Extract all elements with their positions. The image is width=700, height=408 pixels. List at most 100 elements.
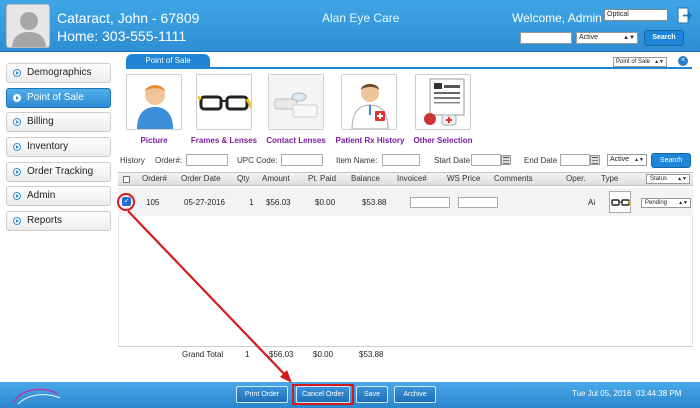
close-icon[interactable]: × <box>678 56 688 66</box>
grand-total-amount: $56.03 <box>269 350 294 359</box>
sidebar-item-demographics[interactable]: Demographics <box>6 63 111 83</box>
ws-price-input[interactable] <box>458 197 498 208</box>
select-all-checkbox[interactable] <box>123 176 130 183</box>
col-order[interactable]: Order# <box>142 174 167 183</box>
footer-date: Tue Jul 05, 2016 <box>572 389 632 398</box>
end-date-label: End Date <box>524 156 558 165</box>
sidebar-item-point-of-sale[interactable]: Point of Sale <box>6 88 111 108</box>
chevron-down-icon: ▲▼ <box>677 176 687 182</box>
col-type[interactable]: Type <box>601 174 618 183</box>
tile-label-other-selection[interactable]: Other Selection <box>403 136 483 145</box>
header-search-input[interactable] <box>520 32 572 44</box>
sidebar-item-label: Billing <box>27 116 54 127</box>
sidebar-item-billing[interactable]: Billing <box>6 112 111 132</box>
tile-patient-rx-history[interactable] <box>341 74 397 130</box>
patient-avatar[interactable] <box>6 4 50 48</box>
logout-icon[interactable] <box>677 7 693 24</box>
sidebar-item-order-tracking[interactable]: Order Tracking <box>6 162 111 182</box>
header-status-select[interactable]: Active ▲▼ <box>576 32 638 44</box>
print-order-button[interactable]: Print Order <box>236 386 288 403</box>
sidebar-item-label: Demographics <box>27 67 92 78</box>
tile-contact-lenses[interactable] <box>268 74 324 130</box>
chevron-down-icon: ▲▼ <box>678 200 688 206</box>
patient-name: Cataract, John - 67809 <box>57 10 200 26</box>
welcome-text: Welcome, Admin <box>512 11 602 25</box>
tile-picture[interactable] <box>126 74 182 130</box>
patient-phone: Home: 303-555-1111 <box>57 28 187 44</box>
filter-bar: History Order#: UPC Code: Item Name: Sta… <box>118 153 698 171</box>
cell-qty: 1 <box>249 198 254 207</box>
chevron-down-icon: ▲▼ <box>634 157 644 163</box>
sidebar-item-label: Reports <box>27 215 63 226</box>
tab-underline <box>126 67 692 69</box>
tile-label-contact-lenses[interactable]: Contact Lenses <box>256 136 336 145</box>
table-row[interactable]: ✓ 105 05-27-2016 1 $56.03 $0.00 $53.88 A… <box>118 188 693 216</box>
tile-frames-lenses[interactable] <box>196 74 252 130</box>
col-balance[interactable]: Balance <box>351 174 380 183</box>
sidebar-item-reports[interactable]: Reports <box>6 211 111 231</box>
sidebar-item-label: Order Tracking <box>27 166 94 177</box>
type-thumbnail[interactable] <box>609 191 632 213</box>
end-date-input[interactable] <box>560 154 590 166</box>
status-header-select[interactable]: Status ▲▼ <box>646 174 690 184</box>
sidebar-item-admin[interactable]: Admin <box>6 186 111 206</box>
col-order-date[interactable]: Order Date <box>181 174 221 183</box>
item-name-input[interactable] <box>382 154 420 166</box>
cancel-button-highlight-box <box>292 384 354 405</box>
chevron-down-icon: ▲▼ <box>623 35 635 41</box>
col-oper[interactable]: Oper. <box>566 174 586 183</box>
app-logo <box>8 384 64 406</box>
start-date-input[interactable] <box>471 154 501 166</box>
tile-other-selection[interactable] <box>415 74 471 130</box>
col-qty[interactable]: Qty <box>237 174 249 183</box>
grand-total-qty: 1 <box>245 350 250 359</box>
calendar-icon[interactable] <box>590 155 600 165</box>
filter-search-button[interactable]: Search <box>651 153 691 168</box>
tile-label-patient-rx-history[interactable]: Patient Rx History <box>330 136 410 145</box>
cell-oper: Ai <box>588 198 596 207</box>
col-ws-price[interactable]: WS Price <box>447 174 480 183</box>
sidebar: Demographics Point of Sale Billing Inven… <box>0 53 118 383</box>
cell-order: 105 <box>146 198 160 207</box>
person-icon <box>137 85 173 129</box>
col-pt-paid[interactable]: Pt. Paid <box>308 174 336 183</box>
doctor-icon <box>351 84 389 129</box>
calendar-icon[interactable] <box>501 155 511 165</box>
sidebar-item-label: Point of Sale <box>27 92 84 103</box>
col-amount[interactable]: Amount <box>262 174 290 183</box>
panel-view-value: Point of Sale <box>616 59 651 65</box>
archive-button[interactable]: Archive <box>394 386 436 403</box>
sidebar-item-inventory[interactable]: Inventory <box>6 137 111 157</box>
order-label: Order#: <box>155 156 183 165</box>
tile-label-picture[interactable]: Picture <box>114 136 194 145</box>
eyeglasses-icon <box>197 95 251 111</box>
col-invoice[interactable]: Invoice# <box>397 174 427 183</box>
arrow-bullet-icon <box>13 143 21 151</box>
tab-point-of-sale[interactable]: Point of Sale <box>126 54 210 68</box>
filter-status-select[interactable]: Active ▲▼ <box>607 154 647 166</box>
row-status-select[interactable]: Pending ▲▼ <box>641 198 691 208</box>
filter-status-value: Active <box>610 156 630 163</box>
col-comments[interactable]: Comments <box>494 174 533 183</box>
grand-total-label: Grand Total <box>182 350 224 359</box>
store-select[interactable]: Optical <box>604 9 668 21</box>
contact-lens-icon <box>269 75 323 129</box>
arrow-bullet-icon <box>13 168 21 176</box>
clinic-name: Alan Eye Care <box>322 11 400 25</box>
row-status-value: Pending <box>645 200 668 206</box>
tile-label-frames-lenses[interactable]: Frames & Lenses <box>184 136 264 145</box>
upc-code-input[interactable] <box>281 154 323 166</box>
item-name-label: Item Name: <box>336 156 378 165</box>
header-search-button[interactable]: Search <box>644 30 684 46</box>
cell-order-date: 05-27-2016 <box>184 198 225 207</box>
footer-time: 03:44:38 PM <box>636 389 682 398</box>
orders-table-header: Order# Order Date Qty Amount Pt. Paid Ba… <box>118 172 693 186</box>
arrow-bullet-icon <box>13 192 21 200</box>
arrow-bullet-icon <box>13 118 21 126</box>
save-button[interactable]: Save <box>356 386 388 403</box>
sidebar-item-label: Admin <box>27 190 56 201</box>
panel-view-select[interactable]: Point of Sale ▲▼ <box>613 57 667 67</box>
header-status-value: Active <box>579 34 599 41</box>
order-number-input[interactable] <box>186 154 228 166</box>
invoice-input[interactable] <box>410 197 450 208</box>
